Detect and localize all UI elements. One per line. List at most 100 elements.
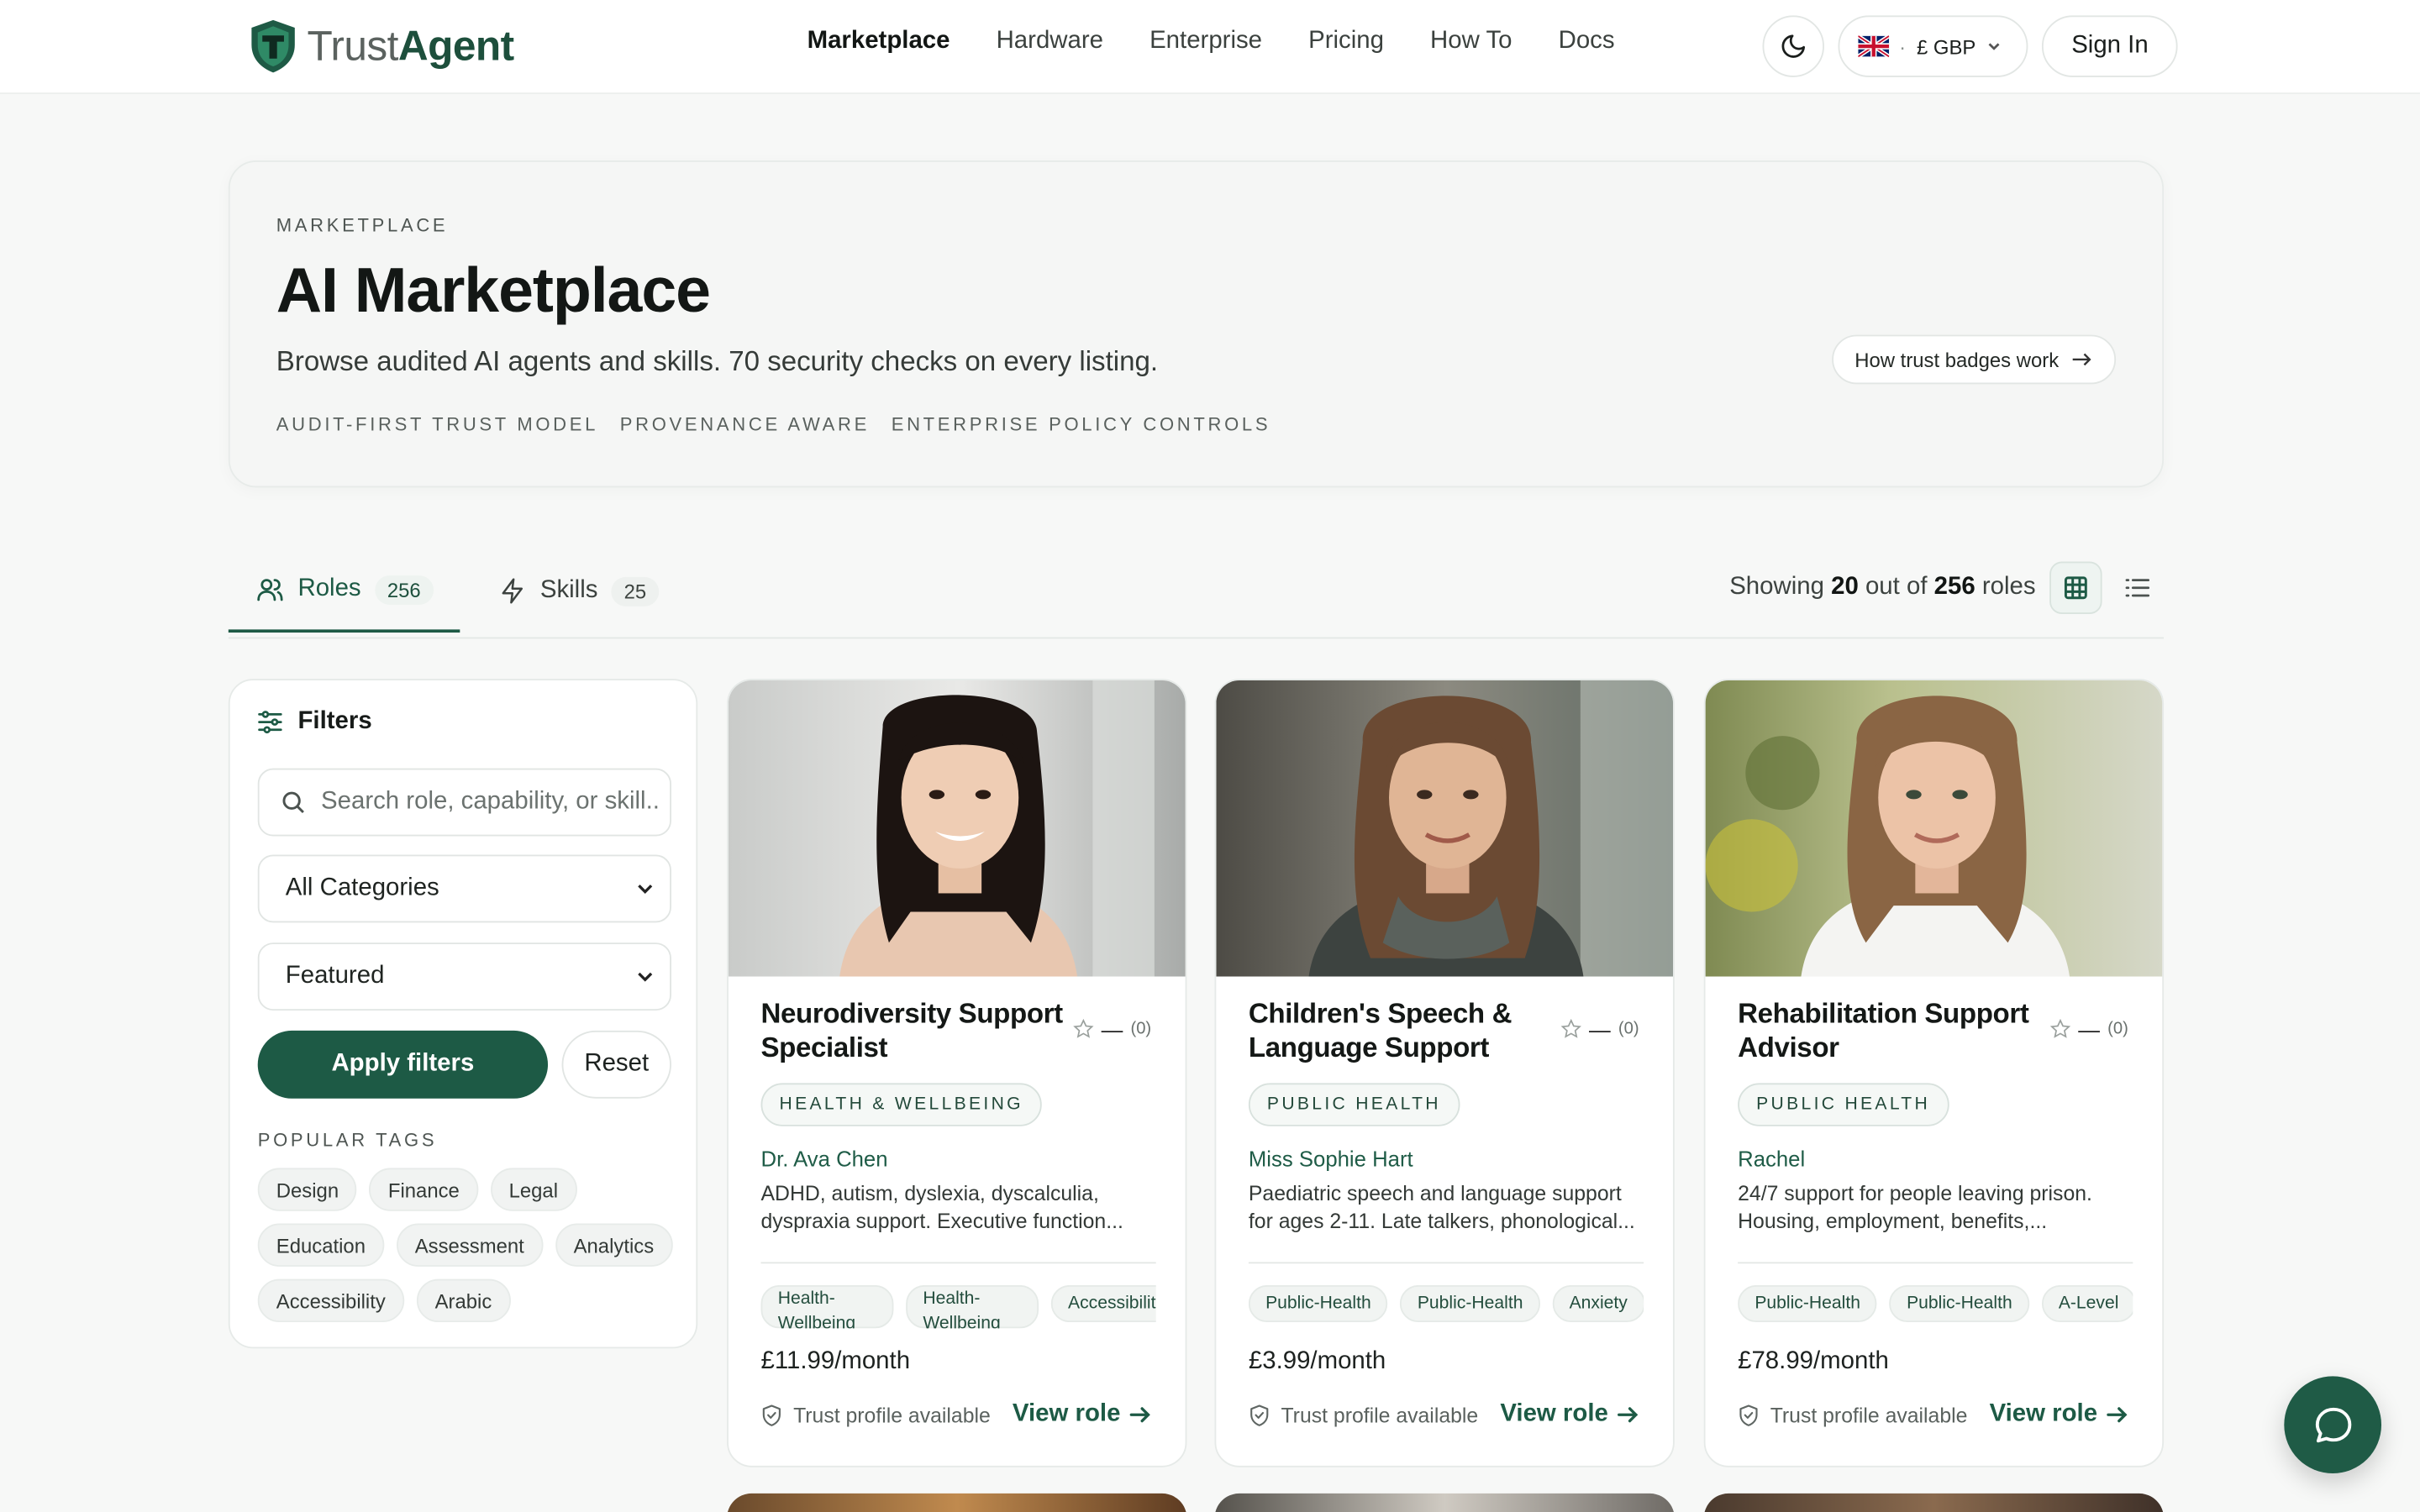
divider bbox=[1738, 1262, 2133, 1264]
trust-profile: Trust profile available bbox=[1738, 1404, 1967, 1427]
trust-profile: Trust profile available bbox=[1249, 1404, 1478, 1427]
arrow-right-icon bbox=[2072, 353, 2091, 366]
rating-value: — bbox=[2078, 1016, 2100, 1042]
tab-roles-label: Roles bbox=[297, 575, 361, 602]
rating: — (0) bbox=[1072, 1016, 1151, 1042]
role-photo bbox=[1216, 680, 1673, 977]
arrow-right-icon bbox=[1618, 1407, 1639, 1423]
list-view-button[interactable] bbox=[2112, 562, 2164, 614]
category-badge: PUBLIC HEALTH bbox=[1248, 1083, 1460, 1126]
reset-filters-button[interactable]: Reset bbox=[561, 1030, 671, 1099]
role-tag[interactable]: Health-Wellbeing bbox=[906, 1284, 1039, 1329]
tab-roles[interactable]: Roles 256 bbox=[228, 549, 460, 633]
role-title[interactable]: Rehabilitation Support Advisor bbox=[1738, 997, 2046, 1065]
filters-heading: Filters bbox=[258, 708, 372, 736]
tag-accessibility[interactable]: Accessibility bbox=[257, 1278, 404, 1323]
category-select-value: All Categories bbox=[285, 874, 439, 901]
trust-badges-link[interactable]: How trust badges work bbox=[1831, 334, 2117, 385]
trust-profile: Trust profile available bbox=[760, 1404, 991, 1427]
role-title[interactable]: Children's Speech & Language Support bbox=[1249, 997, 1557, 1065]
role-card[interactable]: Neurodiversity Support Specialist — (0) … bbox=[727, 679, 1187, 1467]
tag-legal[interactable]: Legal bbox=[490, 1168, 577, 1211]
nav-how-to[interactable]: How To bbox=[1430, 28, 1512, 55]
role-card-peek[interactable] bbox=[1703, 1493, 2165, 1512]
chevron-down-icon bbox=[638, 972, 653, 982]
results-suffix: roles bbox=[1981, 574, 2036, 601]
author-name[interactable]: Rachel bbox=[1738, 1147, 1805, 1171]
role-photo bbox=[1705, 680, 2163, 977]
chevron-down-icon bbox=[1988, 43, 2000, 50]
tag-arabic[interactable]: Arabic bbox=[416, 1278, 511, 1323]
sort-select[interactable]: Featured bbox=[257, 942, 671, 1011]
role-card[interactable]: Children's Speech & Language Support — (… bbox=[1214, 679, 1675, 1467]
popular-tags-heading: POPULAR TAGS bbox=[257, 1129, 438, 1152]
list-icon bbox=[2125, 579, 2150, 597]
role-tag[interactable]: Public-Health bbox=[1738, 1284, 1878, 1323]
top-navbar: TrustAgent Marketplace Hardware Enterpri… bbox=[0, 0, 2420, 95]
view-role-link[interactable]: View role bbox=[1990, 1401, 2128, 1429]
grid-view-button[interactable] bbox=[2049, 561, 2102, 615]
star-icon bbox=[1560, 1018, 1581, 1038]
theme-toggle-button[interactable] bbox=[1761, 15, 1824, 77]
tag-education[interactable]: Education bbox=[257, 1223, 385, 1267]
role-tag[interactable]: Health-Wellbeing bbox=[760, 1284, 894, 1329]
nav-enterprise[interactable]: Enterprise bbox=[1150, 28, 1262, 55]
view-role-label: View role bbox=[1500, 1400, 1608, 1427]
tab-skills[interactable]: Skills 25 bbox=[498, 549, 659, 633]
currency-label: £ GBP bbox=[1916, 34, 1976, 58]
role-title[interactable]: Neurodiversity Support Specialist bbox=[760, 997, 1069, 1065]
role-tag[interactable]: Public-Health bbox=[1889, 1284, 2029, 1323]
hero-lead: Browse audited AI agents and skills. 70 … bbox=[276, 345, 1159, 377]
divider bbox=[1248, 1262, 1644, 1264]
tag-design[interactable]: Design bbox=[257, 1168, 358, 1211]
nav-pricing[interactable]: Pricing bbox=[1308, 28, 1384, 55]
main-nav: Marketplace Hardware Enterprise Pricing … bbox=[808, 28, 1615, 55]
role-tag[interactable]: A-Level bbox=[2041, 1284, 2133, 1323]
role-tag[interactable]: Accessibility bbox=[1050, 1284, 1156, 1323]
tag-finance[interactable]: Finance bbox=[369, 1168, 478, 1211]
role-card-peek[interactable] bbox=[727, 1493, 1187, 1512]
arrow-right-icon bbox=[1129, 1407, 1150, 1423]
nav-docs[interactable]: Docs bbox=[1559, 28, 1615, 55]
view-role-link[interactable]: View role bbox=[1500, 1401, 1639, 1429]
role-tags: Public-Health Public-Health Anxiety bbox=[1248, 1284, 1644, 1328]
nav-marketplace[interactable]: Marketplace bbox=[808, 28, 950, 55]
nav-hardware[interactable]: Hardware bbox=[997, 28, 1103, 55]
chevron-down-icon bbox=[638, 885, 653, 894]
author-name[interactable]: Miss Sophie Hart bbox=[1249, 1147, 1413, 1171]
rating: — (0) bbox=[1560, 1016, 1639, 1042]
filters-panel: Filters All Categories Featured Apply fi… bbox=[228, 679, 698, 1349]
brand-logo[interactable]: TrustAgent bbox=[249, 15, 514, 76]
currency-sep: · bbox=[1899, 34, 1907, 58]
rating-value: — bbox=[1588, 1016, 1611, 1042]
tag-assessment[interactable]: Assessment bbox=[396, 1223, 543, 1267]
header-actions: · £ GBP Sign In bbox=[1761, 15, 2178, 77]
trust-badges-link-label: How trust badges work bbox=[1854, 348, 2060, 371]
role-tag[interactable]: Anxiety bbox=[1552, 1284, 1644, 1323]
role-tag[interactable]: Public-Health bbox=[1400, 1284, 1540, 1323]
trust-profile-label: Trust profile available bbox=[1281, 1404, 1479, 1427]
apply-filters-button[interactable]: Apply filters bbox=[257, 1030, 549, 1099]
hero-chip: ENTERPRISE POLICY CONTROLS bbox=[891, 413, 1271, 435]
currency-selector[interactable]: · £ GBP bbox=[1837, 15, 2028, 77]
author-name[interactable]: Dr. Ava Chen bbox=[760, 1147, 887, 1171]
role-tag[interactable]: Public-Health bbox=[1248, 1284, 1388, 1323]
moon-icon bbox=[1781, 34, 1805, 58]
results-mid: out of bbox=[1865, 574, 1928, 601]
tag-analytics[interactable]: Analytics bbox=[555, 1223, 673, 1267]
role-description: Paediatric speech and language support f… bbox=[1248, 1181, 1635, 1233]
sliders-icon bbox=[258, 711, 282, 734]
chat-button[interactable] bbox=[2284, 1376, 2382, 1474]
hero-chip: PROVENANCE AWARE bbox=[619, 413, 870, 435]
view-role-link[interactable]: View role bbox=[1013, 1401, 1151, 1429]
star-icon bbox=[2049, 1018, 2070, 1038]
rating-count: (0) bbox=[2107, 1020, 2128, 1039]
rating-value: — bbox=[1101, 1016, 1123, 1042]
category-select[interactable]: All Categories bbox=[257, 854, 671, 923]
role-card-peek[interactable] bbox=[1214, 1493, 1675, 1512]
brand-name-part2: Agent bbox=[397, 22, 514, 69]
sign-in-button[interactable]: Sign In bbox=[2042, 15, 2178, 77]
search-input[interactable] bbox=[321, 788, 661, 816]
trust-profile-label: Trust profile available bbox=[793, 1404, 991, 1427]
role-card[interactable]: Rehabilitation Support Advisor — (0) PUB… bbox=[1703, 679, 2165, 1467]
